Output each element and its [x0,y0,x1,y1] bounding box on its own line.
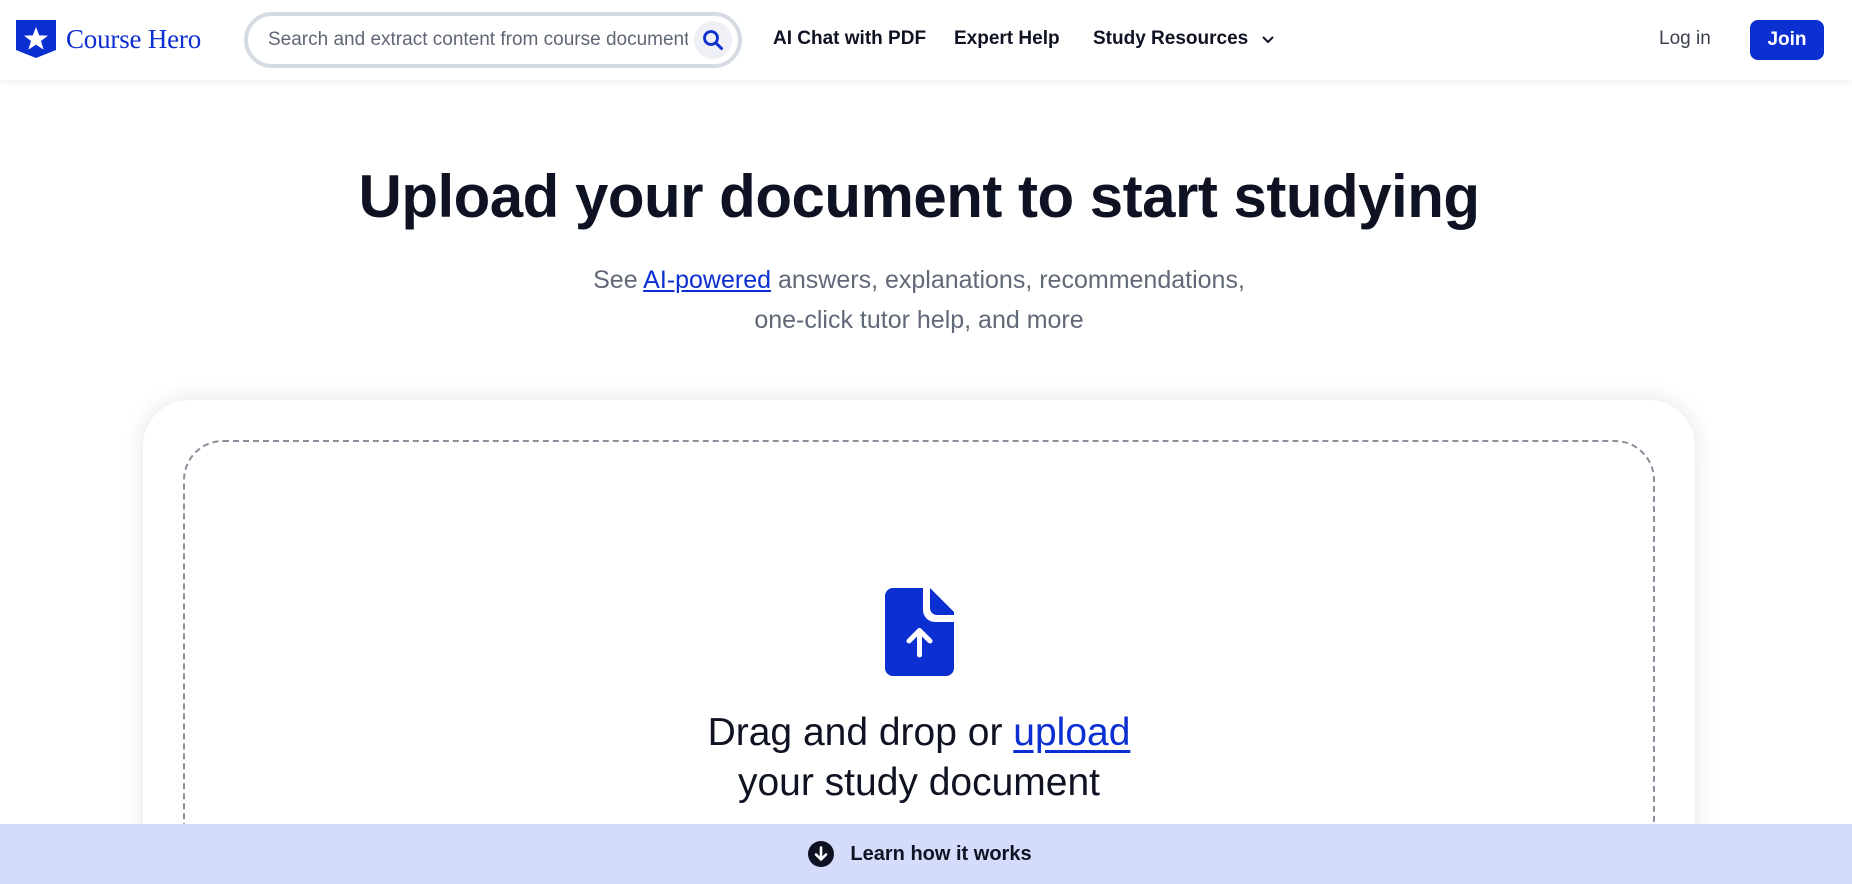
learn-how-it-works-label: Learn how it works [850,842,1032,865]
search-button[interactable] [694,21,732,59]
brand-name: Course Hero [66,23,202,54]
arrow-down-circle-icon [808,841,835,867]
page-title: Upload your document to start studying [358,163,1480,230]
ai-powered-link[interactable]: AI-powered [643,266,771,294]
hero-subtitle-line-2: one-click tutor help, and more [754,306,1084,334]
chevron-down-icon [1262,36,1274,43]
join-button[interactable]: Join [1750,20,1824,60]
subtitle-prefix: See [593,266,644,294]
star-shield-icon [16,20,56,58]
upload-link[interactable]: upload [1013,711,1130,754]
upload-instructions-line-1: Drag and drop or upload [0,708,1838,758]
search-icon [703,30,723,50]
login-link[interactable]: Log in [1659,28,1711,50]
subtitle-suffix: answers, explanations, recommendations, [771,266,1245,294]
nav-study-resources-label: Study Resources [1093,28,1249,49]
nav-study-resources[interactable]: Study Resources [1093,28,1274,50]
search-bar [244,12,742,68]
hero-subtitle-line-1: See AI-powered answers, explanations, re… [0,260,1838,300]
learn-how-it-works-content: Learn how it works [808,841,1032,867]
upload-instructions: Drag and drop or upload your study docum… [0,708,1838,808]
nav-expert-help[interactable]: Expert Help [954,28,1060,50]
course-hero-logo[interactable]: Course Hero [16,20,201,58]
document-upload-icon[interactable] [885,588,954,676]
nav-ai-chat-with-pdf[interactable]: AI Chat with PDF [773,28,926,50]
hero-subtitle: See AI-powered answers, explanations, re… [0,260,1838,340]
site-header: Course Hero AI Chat with PDF Expert Help… [0,0,1852,80]
learn-how-it-works-bar[interactable]: Learn how it works [0,824,1852,884]
upload-instructions-line-2: your study document [737,761,1101,804]
upload-text-prefix: Drag and drop or [707,711,1014,754]
search-input[interactable] [268,16,688,64]
